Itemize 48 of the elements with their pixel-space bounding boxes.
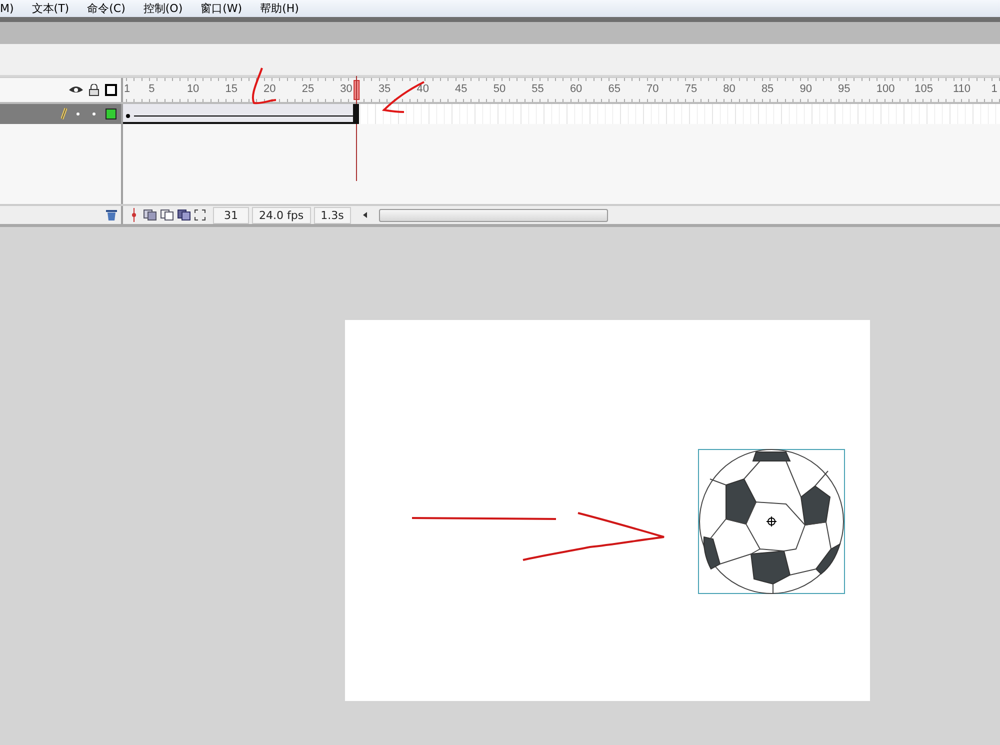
scrollbar-thumb[interactable] <box>378 208 608 222</box>
frame-number: 25 <box>302 83 314 95</box>
frame-number: 1 <box>124 83 130 95</box>
frame-rate-field: 24.0 fps <box>252 206 311 224</box>
frame-number: 80 <box>723 83 736 95</box>
frame-number: 10 <box>186 83 200 95</box>
frame-number: 95 <box>838 83 850 95</box>
frame-number: 60 <box>570 83 582 95</box>
soccer-ball-drawing[interactable] <box>698 449 845 594</box>
frame-number: 15 <box>225 83 238 95</box>
frame-number: 50 <box>493 83 506 95</box>
frame-number: 20 <box>264 83 276 95</box>
menu-item[interactable]: M) <box>0 2 19 15</box>
frame-number: 70 <box>646 83 659 95</box>
edit-frames-icon[interactable] <box>177 209 191 221</box>
registration-point-icon <box>766 516 777 527</box>
onion-markers-icon[interactable] <box>194 209 206 221</box>
frame-number: 40 <box>416 83 429 95</box>
frame-number: 105 <box>914 83 933 95</box>
eye-icon[interactable] <box>69 85 83 95</box>
menu-item[interactable]: 控制(O) <box>143 1 188 16</box>
frame-number-field: 31 <box>213 206 249 224</box>
outline-square-icon[interactable] <box>105 84 117 96</box>
frame-number: 35 <box>378 83 391 95</box>
onion-outline-icon[interactable] <box>160 209 174 221</box>
scroll-left-icon[interactable] <box>362 211 368 219</box>
frame-number: 55 <box>532 83 544 95</box>
menu-item[interactable]: 窗口(W) <box>200 1 248 16</box>
motion-tween[interactable] <box>123 104 353 124</box>
frame-number: 1 <box>991 83 998 95</box>
frame-number: 100 <box>876 83 895 95</box>
pencil-icon <box>61 108 67 120</box>
trash-icon[interactable] <box>106 209 117 221</box>
menu-item[interactable]: 文本(T) <box>32 1 74 16</box>
lock-icon[interactable] <box>89 84 99 96</box>
frame-number: 30 <box>340 83 352 95</box>
frame-number: 85 <box>761 83 774 95</box>
onion-skin-icon[interactable] <box>143 209 157 221</box>
frame-number: 45 <box>455 83 468 95</box>
frame-number: 75 <box>684 83 698 95</box>
menu-item[interactable]: 命令(C) <box>87 1 130 16</box>
frame-number: 5 <box>148 83 155 95</box>
frame-number: 65 <box>608 83 620 95</box>
frame-number: 110 <box>952 83 970 95</box>
menu-item[interactable]: 帮助(H) <box>260 1 304 16</box>
layer-outline-icon[interactable] <box>105 108 117 120</box>
frame-number: 90 <box>800 83 812 95</box>
elapsed-time-field: 1.3s <box>314 206 351 224</box>
